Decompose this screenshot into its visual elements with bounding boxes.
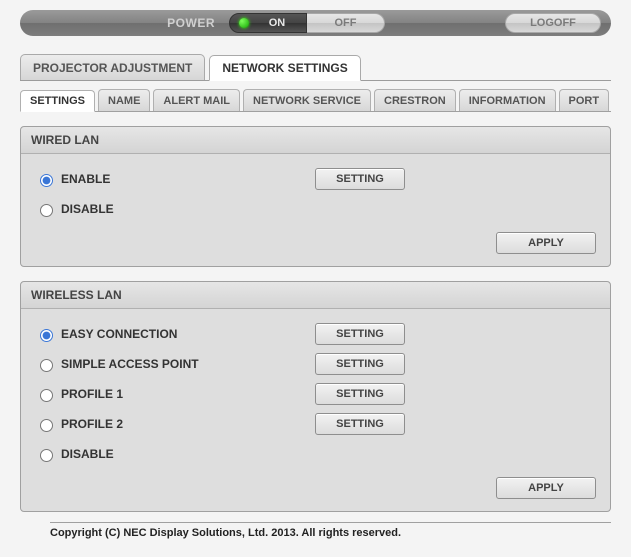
wireless-p2-setting-button[interactable]: SETTING [315, 413, 405, 435]
power-on-button[interactable]: ON [229, 13, 307, 33]
subtab-information[interactable]: INFORMATION [459, 89, 556, 111]
wireless-lan-title: WIRELESS LAN [21, 282, 610, 309]
wireless-p1-label: PROFILE 1 [61, 387, 123, 401]
power-off-button[interactable]: OFF [307, 13, 385, 33]
wireless-easy-option[interactable]: EASY CONNECTION [35, 326, 315, 342]
wireless-p2-option[interactable]: PROFILE 2 [35, 416, 315, 432]
wired-disable-option[interactable]: DISABLE [35, 201, 315, 217]
wired-enable-label: ENABLE [61, 172, 110, 186]
wireless-easy-setting-button[interactable]: SETTING [315, 323, 405, 345]
wireless-p2-label: PROFILE 2 [61, 417, 123, 431]
wireless-p2-radio[interactable] [40, 419, 53, 432]
wireless-apply-button[interactable]: APPLY [496, 477, 596, 499]
logoff-label: LOGOFF [530, 17, 576, 29]
subtab-name[interactable]: NAME [98, 89, 150, 111]
tab-network-settings[interactable]: NETWORK SETTINGS [209, 55, 360, 81]
wireless-sap-setting-button[interactable]: SETTING [315, 353, 405, 375]
wireless-disable-radio[interactable] [40, 449, 53, 462]
wireless-p1-setting-button[interactable]: SETTING [315, 383, 405, 405]
sub-tab-bar: SETTINGS NAME ALERT MAIL NETWORK SERVICE… [20, 89, 611, 112]
wireless-p1-radio[interactable] [40, 389, 53, 402]
tab-projector-adjustment[interactable]: PROJECTOR ADJUSTMENT [20, 54, 205, 80]
copyright-text: Copyright (C) NEC Display Solutions, Ltd… [50, 522, 611, 539]
power-on-label: ON [269, 17, 286, 29]
wireless-sap-option[interactable]: SIMPLE ACCESS POINT [35, 356, 315, 372]
wireless-sap-radio[interactable] [40, 359, 53, 372]
wired-apply-button[interactable]: APPLY [496, 232, 596, 254]
wired-lan-title: WIRED LAN [21, 127, 610, 154]
wireless-sap-label: SIMPLE ACCESS POINT [61, 357, 199, 371]
wireless-disable-label: DISABLE [61, 447, 114, 461]
wired-lan-panel: WIRED LAN ENABLE SETTING DISABLE APPLY [20, 126, 611, 267]
power-label: POWER [167, 16, 215, 30]
main-tab-bar: PROJECTOR ADJUSTMENT NETWORK SETTINGS [20, 54, 611, 81]
subtab-crestron[interactable]: CRESTRON [374, 89, 456, 111]
subtab-port[interactable]: PORT [559, 89, 610, 111]
wired-disable-radio[interactable] [40, 204, 53, 217]
subtab-alert-mail[interactable]: ALERT MAIL [153, 89, 240, 111]
top-bar: POWER ON OFF LOGOFF [20, 10, 611, 36]
wireless-easy-label: EASY CONNECTION [61, 327, 177, 341]
wireless-lan-panel: WIRELESS LAN EASY CONNECTION SETTING SIM… [20, 281, 611, 512]
power-led-icon [239, 18, 249, 28]
wired-enable-radio[interactable] [40, 174, 53, 187]
subtab-settings[interactable]: SETTINGS [20, 90, 95, 112]
logoff-button[interactable]: LOGOFF [505, 13, 601, 33]
power-toggle: ON OFF [229, 13, 385, 33]
wired-disable-label: DISABLE [61, 202, 114, 216]
wireless-p1-option[interactable]: PROFILE 1 [35, 386, 315, 402]
subtab-network-service[interactable]: NETWORK SERVICE [243, 89, 371, 111]
wireless-easy-radio[interactable] [40, 329, 53, 342]
wired-enable-option[interactable]: ENABLE [35, 171, 315, 187]
power-off-label: OFF [335, 17, 357, 29]
wireless-disable-option[interactable]: DISABLE [35, 446, 315, 462]
wired-setting-button[interactable]: SETTING [315, 168, 405, 190]
